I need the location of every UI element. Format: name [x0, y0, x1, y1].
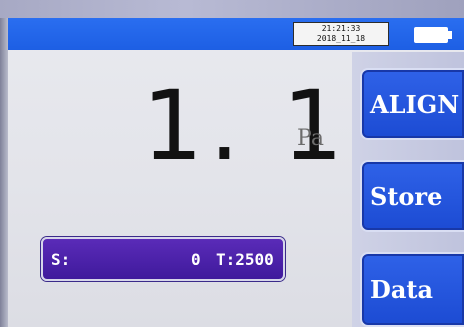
data-button[interactable]: Data: [360, 252, 464, 327]
pressure-unit: Pa: [297, 126, 324, 151]
left-bezel: [0, 18, 8, 327]
s-label: S:: [51, 250, 71, 269]
battery-icon: [414, 27, 448, 43]
t-value: T:2500: [216, 250, 274, 269]
top-bezel: [0, 0, 464, 18]
status-bar: [8, 18, 464, 50]
clock-date: 2018_11_18: [316, 34, 366, 43]
clock-time: 21:21:33: [321, 24, 361, 33]
instrument-screen: 21:21:33 2018_11_18 1. 1 Pa S: 0 T:2500 …: [0, 0, 464, 327]
s-value: 0: [191, 250, 201, 269]
align-button[interactable]: ALIGN: [360, 68, 464, 140]
store-button[interactable]: Store: [360, 160, 464, 232]
setpoint-bar: S: 0 T:2500: [41, 237, 285, 281]
battery-terminal: [448, 31, 452, 39]
clock-display: 21:21:33 2018_11_18: [293, 22, 389, 46]
